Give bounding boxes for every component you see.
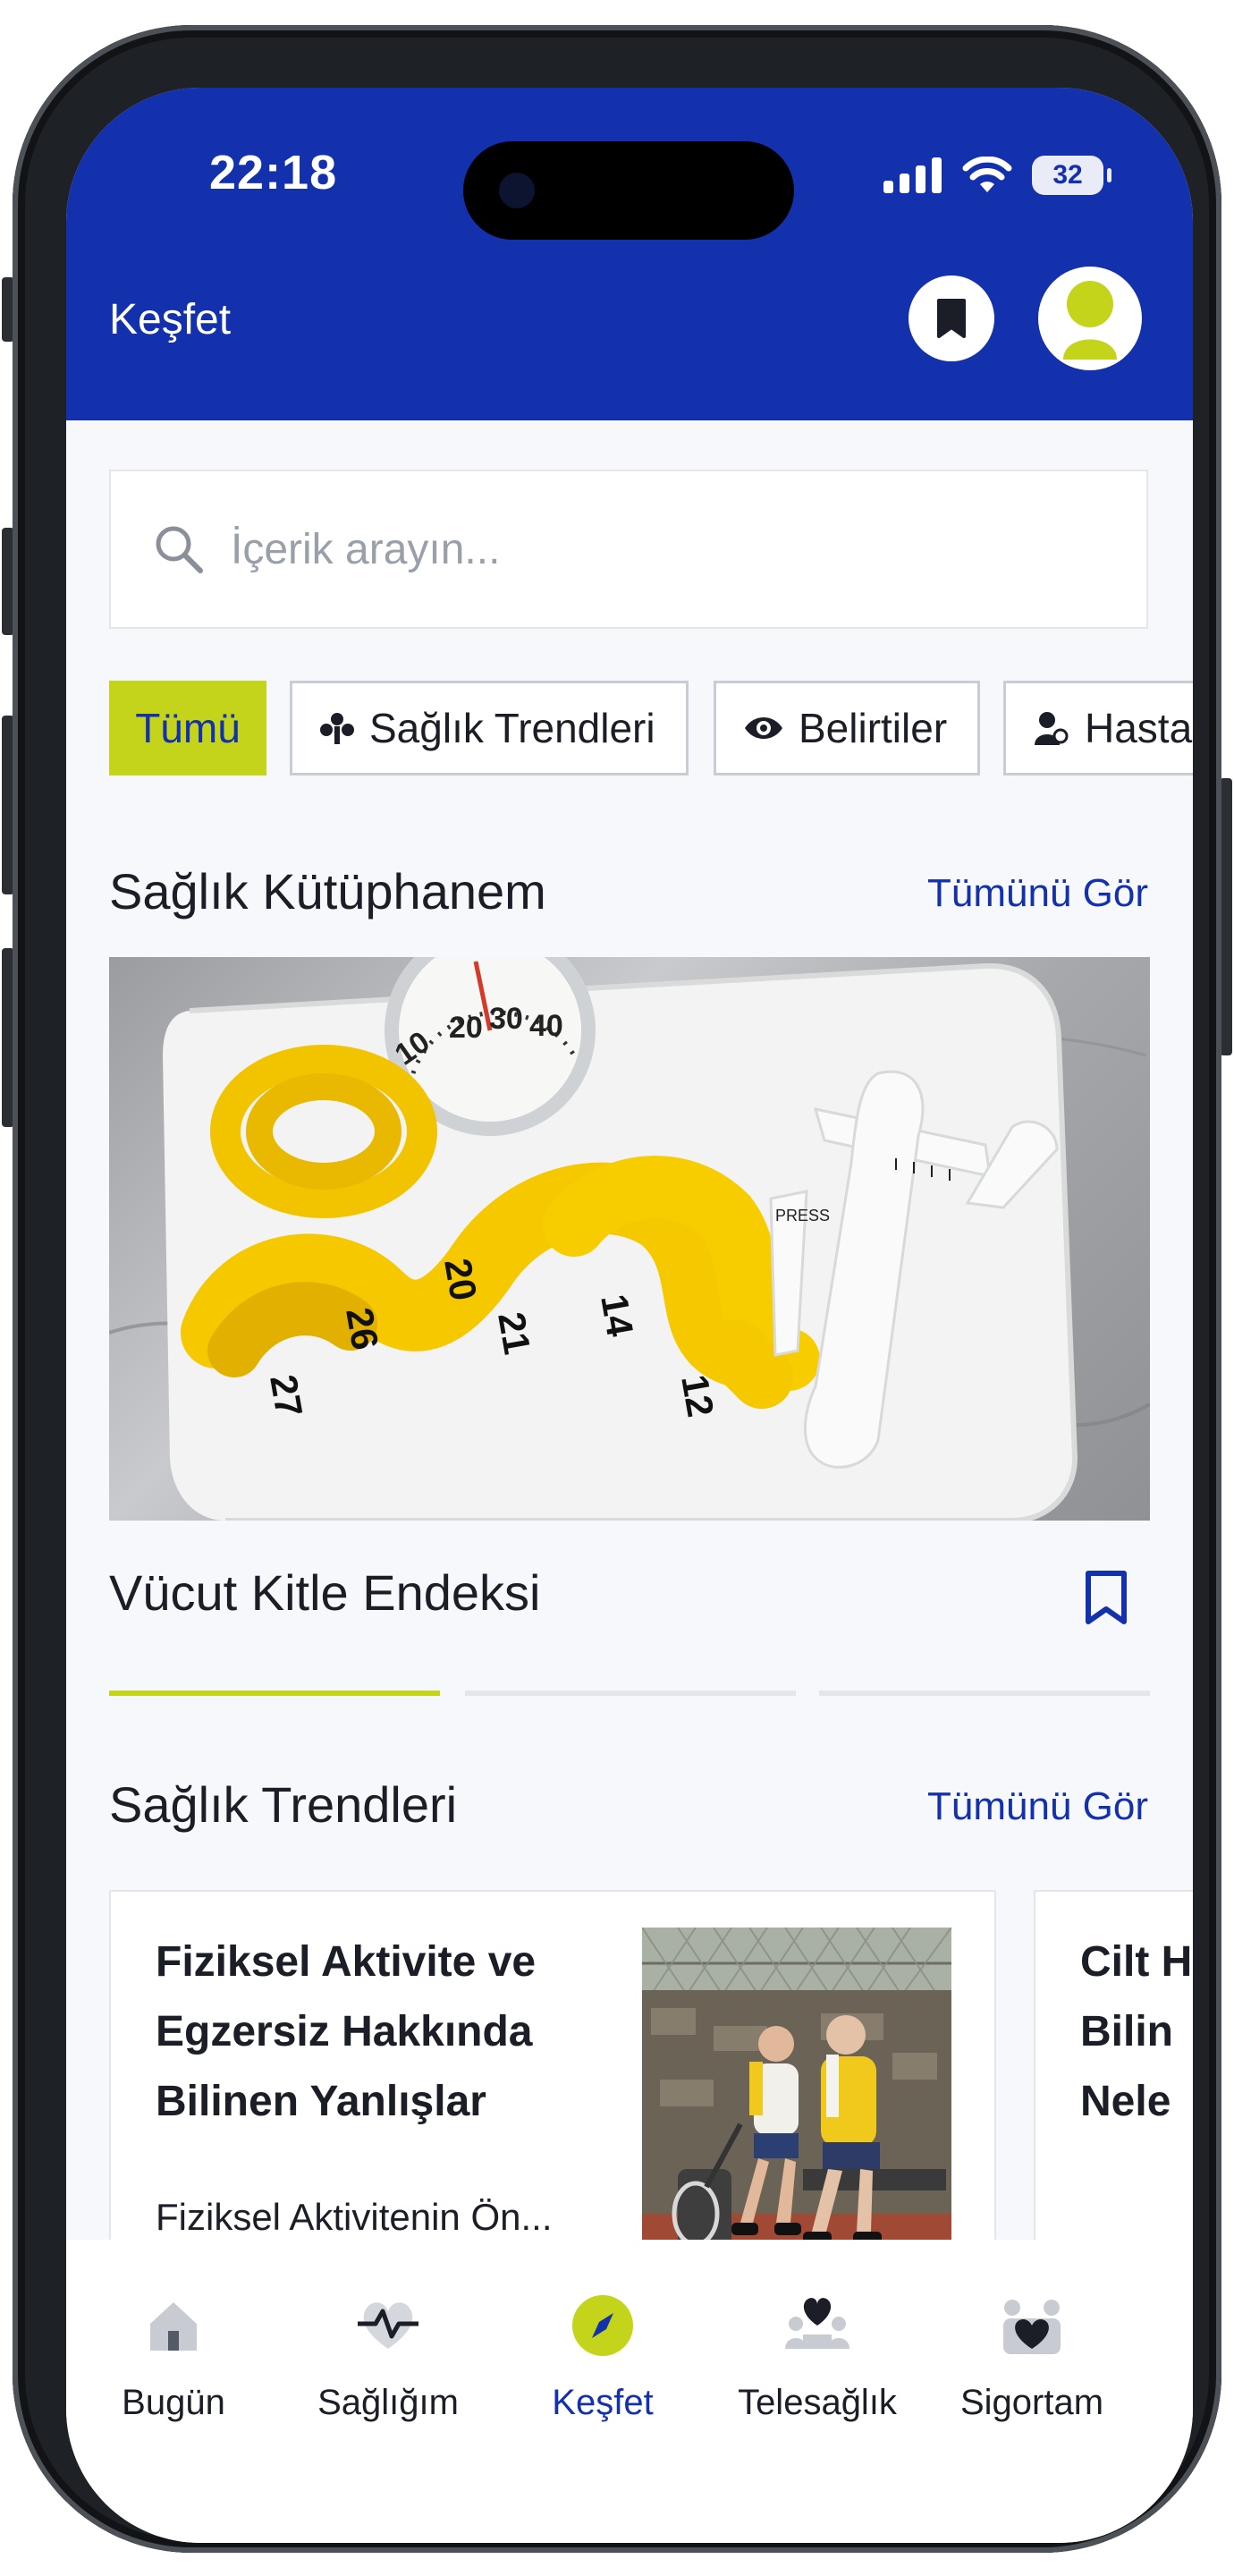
- svg-text:20: 20: [449, 1011, 483, 1045]
- carousel-indicator: [465, 1690, 796, 1696]
- svg-text:20: 20: [436, 1255, 485, 1303]
- search-icon: [156, 526, 203, 573]
- phone-frame: 22:18 32 Keşfet İçerik arayın... Tümü Sa…: [13, 25, 1221, 2553]
- svg-text:14: 14: [593, 1291, 642, 1340]
- telehealth-icon: [785, 2298, 849, 2349]
- tab-telehealth[interactable]: Telesağlık: [710, 2240, 925, 2436]
- tab-today[interactable]: Bugün: [66, 2240, 281, 2436]
- profile-button[interactable]: [1038, 267, 1142, 370]
- library-item-title[interactable]: Vücut Kitle Endeksi: [109, 1563, 540, 1622]
- tab-label: Sağlığım: [317, 2383, 459, 2422]
- person-search-icon: [1035, 712, 1069, 745]
- library-hero-image[interactable]: 10 20 30 40 26 20 21 14 12 27 PRESS: [109, 957, 1150, 1521]
- tab-label: Keşfet: [552, 2383, 654, 2422]
- chip-label: Hasta: [1085, 705, 1193, 751]
- signal-icon: [883, 157, 942, 193]
- home-icon: [150, 2302, 197, 2351]
- bookmark-outline-icon[interactable]: [1084, 1569, 1128, 1626]
- app-header: 22:18 32 Keşfet: [66, 88, 1193, 420]
- chip-diseases[interactable]: Hasta: [1003, 681, 1193, 775]
- trend-card-title: Fiziksel Aktivite ve Egzersiz Hakkında B…: [156, 1938, 537, 2125]
- svg-text:27: 27: [262, 1371, 310, 1419]
- chip-label: Sağlık Trendleri: [369, 705, 655, 751]
- carousel-indicator: [819, 1690, 1150, 1696]
- user-avatar-icon: [1063, 281, 1117, 360]
- power-button[interactable]: [1220, 778, 1232, 1055]
- svg-text:12: 12: [673, 1371, 722, 1419]
- trend-card-title: Cilt Hak Bilin Nele: [1080, 1938, 1193, 2125]
- chip-health-trends[interactable]: Sağlık Trendleri: [290, 681, 689, 775]
- status-time: 22:18: [209, 146, 338, 199]
- chip-all[interactable]: Tümü: [109, 681, 266, 775]
- dynamic-island: [463, 141, 794, 240]
- eye-icon: [745, 717, 782, 739]
- tab-my-health[interactable]: Sağlığım: [281, 2240, 495, 2436]
- battery-level: 32: [1052, 160, 1083, 190]
- trends-see-all-link[interactable]: Tümünü Gör: [927, 1784, 1148, 1829]
- svg-text:40: 40: [529, 1009, 563, 1043]
- tab-label: Sigortam: [959, 2383, 1104, 2422]
- svg-text:26: 26: [338, 1304, 386, 1352]
- page-title: Keşfet: [109, 296, 232, 343]
- chip-symptoms[interactable]: Belirtiler: [714, 681, 980, 775]
- carousel-indicator-active: [109, 1690, 440, 1696]
- bookmarks-button[interactable]: [909, 275, 994, 361]
- tab-label: Telesağlık: [738, 2383, 897, 2422]
- insurance-icon: [1003, 2300, 1061, 2354]
- trend-card-subtitle: Fiziksel Aktivitenin Ön...: [156, 2196, 553, 2238]
- chip-label: Tümü: [135, 705, 241, 751]
- heartbeat-icon: [358, 2302, 418, 2349]
- tab-discover[interactable]: Keşfet: [495, 2240, 710, 2436]
- svg-text:21: 21: [490, 1309, 538, 1357]
- wifi-icon: [962, 157, 1012, 192]
- search-input[interactable]: [229, 523, 1037, 575]
- svg-text:PRESS: PRESS: [775, 1207, 830, 1224]
- screen: 22:18 32 Keşfet İçerik arayın... Tümü Sa…: [66, 88, 1193, 2543]
- search-bar[interactable]: [109, 470, 1148, 629]
- library-section-title: Sağlık Kütüphanem: [109, 863, 546, 919]
- chip-label: Belirtiler: [799, 705, 948, 751]
- compass-icon: [572, 2295, 633, 2356]
- trends-section-title: Sağlık Trendleri: [109, 1776, 458, 1833]
- library-see-all-link[interactable]: Tümünü Gör: [927, 871, 1148, 916]
- svg-text:30: 30: [489, 1002, 523, 1036]
- bookmark-icon: [937, 299, 966, 338]
- tab-insurance[interactable]: Sigortam: [925, 2240, 1139, 2436]
- camera-icon: [499, 173, 535, 208]
- bottom-tab-bar: Bugün Sağlığım Keşfet Telesağlık Sigorta…: [66, 2240, 1193, 2543]
- scale-tape-illustration: 10 20 30 40 26 20 21 14 12 27 PRESS: [109, 957, 1150, 1521]
- tab-label: Bugün: [122, 2383, 225, 2422]
- battery-icon: 32: [1032, 156, 1111, 195]
- status-icons: 32: [883, 152, 1111, 199]
- trends-icon: [320, 713, 354, 744]
- category-chips: Tümü Sağlık Trendleri Belirtiler Hasta: [109, 681, 1193, 775]
